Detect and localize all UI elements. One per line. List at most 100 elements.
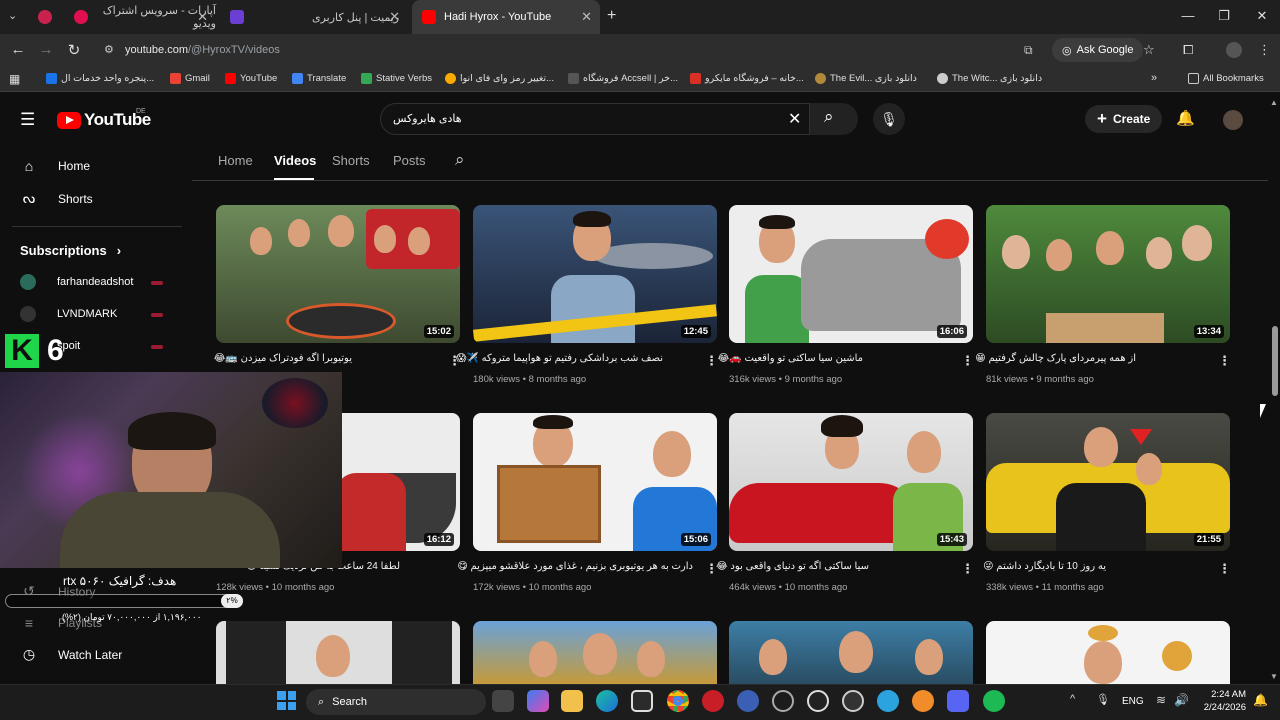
video-title[interactable]: دارت به هر یوتیوبری بزنیم ، غذای مورد عل… xyxy=(457,561,693,572)
new-tab-button[interactable]: + xyxy=(607,7,616,25)
start-windows-icon[interactable] xyxy=(277,691,296,710)
tab-search-icon[interactable]: ⌄ xyxy=(8,9,17,22)
video-title[interactable]: از همه پیرمردای پارک چالش گرفتیم 😁 xyxy=(975,353,1136,364)
bookmark-item[interactable]: The Witc... دانلود بازی xyxy=(937,73,1042,84)
discord-icon[interactable] xyxy=(947,690,969,712)
bookmark-item[interactable]: پنجره واحد خدمات ال... xyxy=(46,73,154,84)
close-window-icon[interactable]: ✕ xyxy=(1252,8,1272,24)
subscription-item[interactable]: LVNDMARK xyxy=(20,306,117,322)
tab-aparat[interactable]: آپارات - سرویس اشتراک ویدیو ✕ xyxy=(64,0,216,34)
tab-remit[interactable]: ریمیت | پنل کاربری ✕ xyxy=(222,0,408,34)
site-info-icon[interactable]: ⚙ xyxy=(104,43,114,56)
video-title[interactable]: یه روز 10 تا بادیگارد داشتم 😜 xyxy=(983,561,1106,572)
bookmark-item[interactable]: تغییر رمز وای فای انوا... xyxy=(445,73,554,84)
video-thumbnail[interactable]: 15:43 xyxy=(729,413,973,551)
volume-icon[interactable]: 🔊 xyxy=(1174,693,1189,707)
copilot-icon[interactable] xyxy=(527,690,549,712)
video-thumbnail[interactable]: 15:06 xyxy=(473,413,717,551)
app-orange-icon[interactable] xyxy=(912,690,934,712)
sidebar-item-shorts[interactable]: ᔓ Shorts xyxy=(20,190,93,207)
video-title[interactable]: نصف شب برداشکی رفتیم تو هواپیما متروکه ✈… xyxy=(456,353,663,364)
notifications-bell-icon[interactable]: 🔔 xyxy=(1176,109,1195,127)
sidebar-item-home[interactable]: ⌂ Home xyxy=(20,158,90,174)
all-bookmarks-button[interactable]: All Bookmarks xyxy=(1188,73,1264,84)
spotify-icon[interactable] xyxy=(983,690,1005,712)
video-menu-icon[interactable]: ⋮ xyxy=(961,353,974,369)
video-thumbnail[interactable]: 21:55 xyxy=(986,413,1230,551)
edge-icon[interactable] xyxy=(596,690,618,712)
taskbar-search-box[interactable]: ⌕ Search xyxy=(306,689,486,715)
video-menu-icon[interactable]: ⋮ xyxy=(1218,353,1231,369)
bookmark-item[interactable]: Gmail xyxy=(170,73,210,84)
more-bookmarks-icon[interactable]: » xyxy=(1151,72,1157,84)
tab-youtube[interactable]: Hadi Hyrox - YouTube ✕ xyxy=(412,0,600,34)
video-menu-icon[interactable]: ⋮ xyxy=(1218,561,1231,577)
tab-close-icon[interactable]: ✕ xyxy=(197,9,208,25)
app-gear-icon[interactable] xyxy=(772,690,794,712)
tab-shorts[interactable]: Shorts xyxy=(332,153,370,168)
tab-posts[interactable]: Posts xyxy=(393,153,426,168)
apps-grid-icon[interactable]: ▦ xyxy=(9,72,20,86)
scroll-up-icon[interactable]: ▲ xyxy=(1270,98,1278,107)
scroll-down-icon[interactable]: ▼ xyxy=(1270,672,1278,681)
bookmark-star-icon[interactable]: ☆ xyxy=(1143,42,1155,58)
chrome-icon[interactable] xyxy=(667,690,689,712)
bookmark-item[interactable]: The Evil... دانلود بازی xyxy=(815,73,917,84)
video-title[interactable]: یوتیوبرا اگه فودتراک میزدن 🚌😂 xyxy=(214,353,352,364)
scrollbar-thumb[interactable] xyxy=(1272,326,1278,396)
youtube-logo[interactable]: YouTube DE xyxy=(57,108,151,130)
video-thumbnail[interactable] xyxy=(729,621,973,684)
search-button[interactable] xyxy=(810,103,858,135)
media-player-icon[interactable] xyxy=(842,690,864,712)
bookmark-item[interactable]: Translate xyxy=(292,73,346,84)
cast-icon[interactable]: ⧉ xyxy=(1024,43,1033,58)
video-title[interactable]: سیا ساکتی اگه تو دنیای واقعی بود 😂 xyxy=(716,561,869,572)
subscription-item[interactable]: farhandeadshot xyxy=(20,274,133,290)
reload-icon[interactable]: ↻ xyxy=(64,41,84,59)
video-thumbnail[interactable]: 13:34 xyxy=(986,205,1230,343)
minimize-icon[interactable]: — xyxy=(1178,8,1198,23)
tab-home[interactable]: Home xyxy=(218,153,253,168)
video-thumbnail[interactable] xyxy=(986,621,1230,684)
notification-center-icon[interactable]: 🔔 xyxy=(1253,693,1268,707)
tab-videos[interactable]: Videos xyxy=(274,153,316,168)
pinned-tab-icon[interactable] xyxy=(38,10,52,24)
forward-icon[interactable]: → xyxy=(36,41,56,58)
telegram-icon[interactable] xyxy=(877,690,899,712)
browser-menu-icon[interactable]: ⋮ xyxy=(1258,42,1271,58)
video-menu-icon[interactable]: ⋮ xyxy=(705,561,718,577)
back-icon[interactable]: ← xyxy=(8,41,28,58)
video-thumbnail[interactable]: 16:06 xyxy=(729,205,973,343)
tab-close-icon[interactable]: ✕ xyxy=(389,9,400,25)
sidebar-subscriptions-header[interactable]: Subscriptions › xyxy=(20,243,121,258)
bookmark-item[interactable]: خانه – فروشگاه مایکرو... xyxy=(690,73,804,84)
video-menu-icon[interactable]: ⋮ xyxy=(961,561,974,577)
app-blue-icon[interactable] xyxy=(737,690,759,712)
sidebar-item-watch-later[interactable]: ◷ Watch Later xyxy=(20,646,122,663)
file-explorer-icon[interactable] xyxy=(561,690,583,712)
store-icon[interactable] xyxy=(631,690,653,712)
video-title[interactable]: ماشین سیا ساکتی تو واقعیت 🚗😂 xyxy=(718,353,863,364)
tab-close-icon[interactable]: ✕ xyxy=(581,9,592,25)
language-indicator[interactable]: ENG xyxy=(1122,696,1144,707)
bookmark-item[interactable]: فروشگاه Accsell | خر... xyxy=(568,73,678,84)
restore-icon[interactable]: ❐ xyxy=(1214,8,1234,24)
bookmark-item[interactable]: YouTube xyxy=(225,73,277,84)
profile-icon[interactable] xyxy=(1226,42,1242,58)
create-button[interactable]: + Create xyxy=(1085,105,1163,133)
hamburger-menu-icon[interactable]: ☰ xyxy=(20,110,35,130)
video-thumbnail[interactable]: 15:02 xyxy=(216,205,460,343)
app-red-icon[interactable] xyxy=(702,690,724,712)
system-clock[interactable]: 2:24 AM 2/24/2026 xyxy=(1196,688,1246,714)
bookmark-item[interactable]: Stative Verbs xyxy=(361,73,432,84)
extensions-icon[interactable]: ⧠ xyxy=(1183,42,1193,58)
video-menu-icon[interactable]: ⋮ xyxy=(705,353,718,369)
video-thumbnail[interactable]: 12:45 xyxy=(473,205,717,343)
task-view-icon[interactable] xyxy=(492,690,514,712)
microphone-icon[interactable]: 🎙 xyxy=(1096,693,1110,706)
tray-chevron-icon[interactable]: ^ xyxy=(1070,693,1075,705)
ask-google-button[interactable]: ◎ Ask Google xyxy=(1052,38,1144,62)
obs-icon[interactable] xyxy=(807,690,829,712)
account-avatar[interactable] xyxy=(1223,110,1243,130)
clear-search-icon[interactable]: ✕ xyxy=(788,109,801,129)
